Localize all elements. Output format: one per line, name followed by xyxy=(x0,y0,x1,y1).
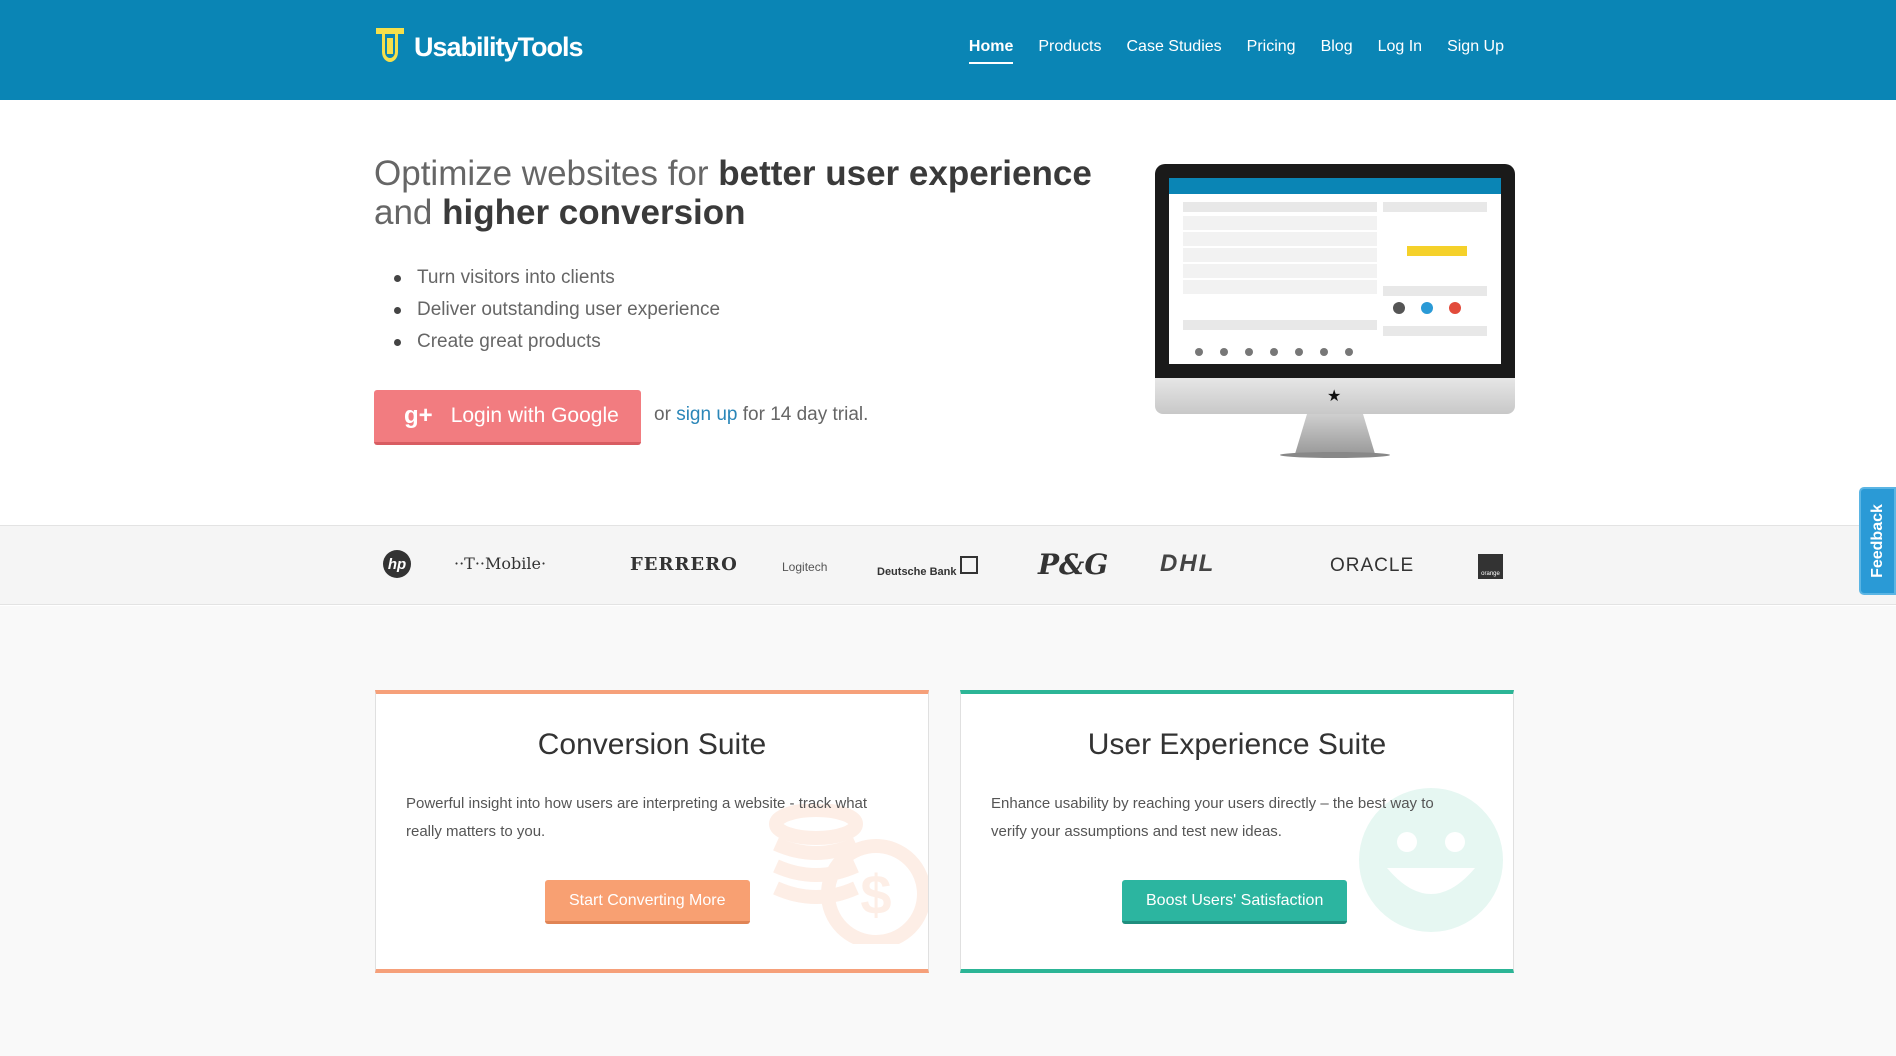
logo-badge-icon xyxy=(374,26,406,68)
svg-text:$: $ xyxy=(860,863,891,926)
trial-suffix: for 14 day trial. xyxy=(737,404,869,425)
nav-sign-up[interactable]: Sign Up xyxy=(1447,38,1504,64)
hero-title-bold1: better user experience xyxy=(718,154,1092,193)
app-screenshot xyxy=(1169,178,1501,364)
deutsche-bank-logo: Deutsche Bank xyxy=(877,566,957,578)
nav-home[interactable]: Home xyxy=(968,38,1014,64)
pg-logo: P&G xyxy=(1038,548,1109,581)
sign-up-link[interactable]: sign up xyxy=(676,404,737,425)
nav-case-studies[interactable]: Case Studies xyxy=(1126,38,1221,64)
trial-prefix: or xyxy=(654,404,677,425)
list-item: Deliver outstanding user experience xyxy=(374,294,720,326)
nav-blog[interactable]: Blog xyxy=(1321,38,1353,64)
trial-text: or sign up for 14 day trial. xyxy=(654,404,868,426)
monitor-screen-frame xyxy=(1155,164,1515,378)
bullet-icon xyxy=(394,274,401,282)
conversion-suite-title: Conversion Suite xyxy=(537,728,767,761)
boost-users-satisfaction-button[interactable]: Boost Users' Satisfaction xyxy=(1122,880,1348,924)
nav-products[interactable]: Products xyxy=(1038,38,1101,64)
google-button-label: Login with Google xyxy=(450,404,619,427)
conversion-suite-card: Conversion Suite Powerful insight into h… xyxy=(375,690,929,973)
google-plus-icon: g+ xyxy=(404,402,433,429)
bullet-text: Create great products xyxy=(417,331,601,352)
login-with-google-button[interactable]: g+ Login with Google xyxy=(374,390,641,445)
logo-text: UsabilityTools xyxy=(414,31,584,62)
deutsche-bank-mark-icon xyxy=(960,556,978,574)
hero-title-bold2: higher conversion xyxy=(442,193,746,232)
nav-pricing[interactable]: Pricing xyxy=(1247,38,1296,64)
site-logo[interactable]: UsabilityTools xyxy=(374,26,584,68)
list-item: Turn visitors into clients xyxy=(374,262,720,294)
orange-logo: orange xyxy=(1478,554,1503,579)
ux-suite-card: User Experience Suite Enhance usability … xyxy=(960,690,1514,973)
hero-title-part1: Optimize websites for xyxy=(374,154,719,193)
list-item: Create great products xyxy=(374,326,720,358)
monitor-stand xyxy=(1295,414,1375,454)
hero-title-part2: and xyxy=(374,193,443,232)
start-converting-more-button[interactable]: Start Converting More xyxy=(545,880,750,924)
dhl-logo: DHL xyxy=(1160,550,1216,577)
bullet-text: Turn visitors into clients xyxy=(417,267,615,288)
client-logos-strip: hp ··T··Mobile· FERRERO Logitech Deutsch… xyxy=(0,525,1896,605)
main-nav: Home Products Case Studies Pricing Blog … xyxy=(968,38,1504,64)
monitor-illustration: ★ xyxy=(1155,164,1515,459)
bullet-text: Deliver outstanding user experience xyxy=(417,299,721,320)
hero-bullets: Turn visitors into clients Deliver outst… xyxy=(374,262,720,358)
ux-suite-title: User Experience Suite xyxy=(1087,728,1387,761)
feedback-tab[interactable]: Feedback xyxy=(1859,487,1896,595)
monitor-stand-base xyxy=(1280,452,1390,458)
conversion-suite-text: Powerful insight into how users are inte… xyxy=(406,795,868,840)
oracle-logo: ORACLE xyxy=(1330,555,1415,576)
site-header: UsabilityTools Home Products Case Studie… xyxy=(0,0,1896,100)
bullet-icon xyxy=(394,306,401,314)
ux-suite-text: Enhance usability by reaching your users… xyxy=(991,795,1434,840)
feedback-label: Feedback xyxy=(1868,504,1886,578)
tmobile-logo: ··T··Mobile· xyxy=(454,554,547,573)
nav-log-in[interactable]: Log In xyxy=(1378,38,1422,64)
bullet-icon xyxy=(394,338,401,346)
suites-section xyxy=(0,606,1896,1056)
hp-logo: hp xyxy=(383,550,411,578)
star-icon: ★ xyxy=(1327,388,1342,405)
hero-title: Optimize websites for better user experi… xyxy=(374,154,1094,232)
logitech-logo: Logitech xyxy=(782,560,828,574)
ferrero-logo: FERRERO xyxy=(630,554,738,575)
monitor-chin: ★ xyxy=(1155,378,1515,414)
